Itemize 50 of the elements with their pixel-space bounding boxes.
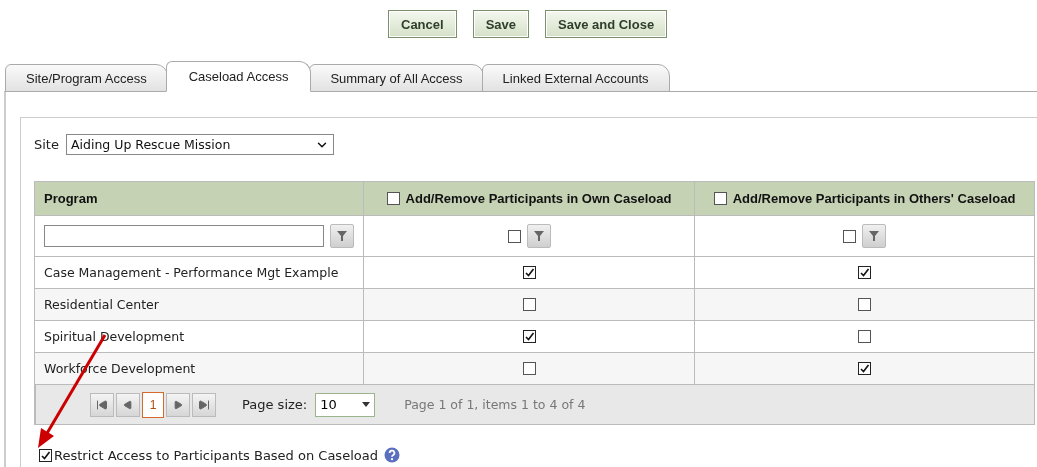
caret-icon xyxy=(362,402,371,407)
page-size-label: Page size: xyxy=(242,397,308,412)
page-number[interactable]: 1 xyxy=(142,391,164,418)
last-page-button[interactable] xyxy=(192,392,216,417)
filter-button[interactable] xyxy=(862,224,886,248)
column-label: Add/Remove Participants in Others' Caseload xyxy=(732,191,1016,206)
checkbox[interactable] xyxy=(713,192,727,205)
checkbox[interactable] xyxy=(843,229,856,243)
right-triangle-icon xyxy=(173,399,183,410)
checkbox[interactable] xyxy=(858,362,871,375)
first-page-icon xyxy=(96,398,108,411)
action-button[interactable]: Save xyxy=(472,10,529,38)
filter-icon xyxy=(336,230,349,242)
filter-button[interactable] xyxy=(526,224,551,248)
tab[interactable]: Caseload Access xyxy=(165,61,312,92)
help-icon xyxy=(383,447,400,463)
checkbox[interactable] xyxy=(522,266,536,279)
checkbox[interactable] xyxy=(858,330,871,343)
site-select[interactable]: Aiding Up Rescue Mission xyxy=(65,134,334,155)
action-button[interactable]: Cancel xyxy=(388,10,457,38)
program-name: Spiritual Development xyxy=(44,329,185,344)
checkbox[interactable] xyxy=(522,330,536,343)
checkbox[interactable] xyxy=(522,298,536,311)
left-triangle-icon xyxy=(123,399,133,410)
page-summary: Page 1 of 1, items 1 to 4 of 4 xyxy=(404,397,586,412)
checkbox[interactable] xyxy=(507,229,521,243)
filter-icon xyxy=(532,230,545,242)
checkbox[interactable] xyxy=(522,362,536,375)
checkbox[interactable] xyxy=(858,266,871,279)
filter-input[interactable] xyxy=(44,225,325,247)
program-name: Case Management - Performance Mgt Example xyxy=(44,265,339,280)
column-label: Add/Remove Participants in Own Caseload xyxy=(405,191,672,206)
program-name: Residential Center xyxy=(44,297,159,312)
next-page-button[interactable] xyxy=(166,392,190,417)
first-page-button[interactable] xyxy=(90,392,114,417)
action-button[interactable]: Save and Close xyxy=(545,10,668,38)
checkbox[interactable] xyxy=(386,192,400,205)
page-size-select[interactable]: 10 xyxy=(315,392,376,417)
filter-button[interactable] xyxy=(330,224,354,248)
site-label: Site xyxy=(34,137,59,152)
checkbox[interactable] xyxy=(858,298,871,311)
tab[interactable]: Linked External Accounts xyxy=(481,64,670,92)
restrict-label: Restrict Access to Participants Based on Caseload xyxy=(54,447,378,463)
last-page-icon xyxy=(198,398,210,411)
column-label: Program xyxy=(44,191,98,206)
checkbox[interactable] xyxy=(39,448,52,462)
tab[interactable]: Site/Program Access xyxy=(5,64,168,92)
tab[interactable]: Summary of All Access xyxy=(309,64,484,92)
filter-icon xyxy=(868,230,880,242)
previous-page-button[interactable] xyxy=(116,392,140,417)
